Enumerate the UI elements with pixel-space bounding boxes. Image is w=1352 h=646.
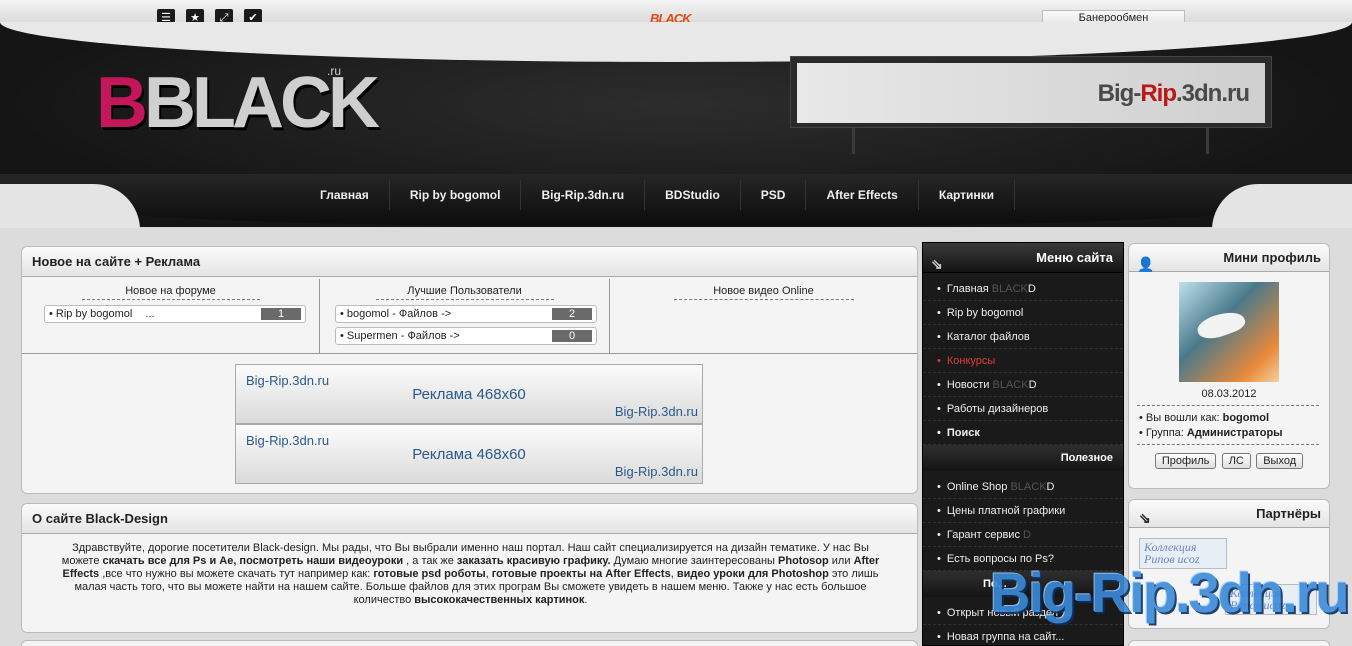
user-item-count: 2 <box>552 308 592 320</box>
user-item-label: bogomol - Файлов -> <box>346 308 452 320</box>
avatar[interactable] <box>1179 282 1279 382</box>
menu-title: ⇘ Меню сайта <box>923 243 1123 273</box>
nav-right-curve <box>1212 184 1352 230</box>
logged-user[interactable]: bogomol <box>1223 412 1269 424</box>
menu-item-shop[interactable]: Online Shop BLACKD <box>923 475 1123 499</box>
user-item[interactable]: • Supermen - Файлов -> 0 <box>335 327 597 345</box>
menu-item-home[interactable]: Главная BLACKD <box>923 277 1123 301</box>
ad-banner[interactable]: Big-Rip.3dn.ru Реклама 468x60 Big-Rip.3d… <box>235 424 703 484</box>
pm-button[interactable]: ЛС <box>1221 453 1251 469</box>
profile-button[interactable]: Профиль <box>1154 453 1217 469</box>
about-text: Здравствуйте, дорогие посетители Black-d… <box>61 542 880 606</box>
site-logo[interactable]: BBLACK .ru <box>96 62 380 143</box>
nav-after-effects[interactable]: After Effects <box>806 180 919 210</box>
forum-item[interactable]: • Rip by bogomol ... 1 <box>44 305 306 323</box>
user-item[interactable]: • bogomol - Файлов -> 2 <box>335 305 597 323</box>
menu-item-prices[interactable]: Цены платной графики <box>923 499 1123 523</box>
next-panel <box>21 640 918 646</box>
users-title: Лучшие Пользователи <box>407 285 522 297</box>
user-item-label: Supermen - Файлов -> <box>346 330 460 342</box>
watermark: Big-Rip.3dn.ru <box>990 561 1350 624</box>
profile-date: 08.03.2012 <box>1201 388 1257 400</box>
nav-big-rip[interactable]: Big-Rip.3dn.ru <box>521 180 646 210</box>
forum-item-count: 1 <box>261 308 301 320</box>
forum-item-label: Rip by bogomol <box>55 308 133 320</box>
nav-rip-by-bogomol[interactable]: Rip by bogomol <box>390 180 522 210</box>
partners-title: ⇘ Партнёры <box>1129 500 1329 528</box>
logo-ru: .ru <box>327 64 342 78</box>
ad-banner[interactable]: Big-Rip.3dn.ru Реклама 468x60 Big-Rip.3d… <box>235 364 703 424</box>
cursor-icon: ⇘ <box>931 256 943 272</box>
user-icon: 👤 <box>1137 256 1155 272</box>
billboard-text: Big-Rip.3dn.ru <box>1097 80 1250 107</box>
divider <box>375 299 554 300</box>
nav-psd[interactable]: PSD <box>741 180 807 210</box>
forum-item-more: ... <box>145 308 155 320</box>
profile-buttons: Профиль ЛС Выход <box>1129 453 1329 469</box>
user-item-count: 0 <box>552 330 592 342</box>
mini-profile-panel: 👤 Мини профиль 08.03.2012 • Вы вошли как… <box>1128 243 1330 489</box>
menu-item-catalog[interactable]: Каталог файлов <box>923 325 1123 349</box>
nav-pictures[interactable]: Картинки <box>919 180 1016 210</box>
ad-bottom-text: Big-Rip.3dn.ru <box>614 404 698 419</box>
avatar-shoe <box>1194 306 1248 344</box>
users-column: Лучшие Пользователи • bogomol - Файлов -… <box>320 279 610 353</box>
nav-left-curve <box>0 184 140 230</box>
divider <box>81 299 260 300</box>
divider <box>1137 405 1319 406</box>
menu-item-search[interactable]: Поиск <box>923 421 1123 445</box>
nav-bdstudio[interactable]: BDStudio <box>645 180 741 210</box>
mini-profile-title: 👤 Мини профиль <box>1129 244 1329 272</box>
menu-item-news[interactable]: Новости BLACKD <box>923 373 1123 397</box>
exit-button[interactable]: Выход <box>1256 453 1304 469</box>
menu-item-guarantor[interactable]: Гарант сервис D <box>923 523 1123 547</box>
main-nav: Главная Rip by bogomol Big-Rip.3dn.ru BD… <box>300 180 1016 210</box>
divider <box>22 353 917 354</box>
ad-bottom-text: Big-Rip.3dn.ru <box>614 464 698 479</box>
billboard-leg <box>852 128 855 154</box>
news-panel-title: Новое на сайте + Реклама <box>22 247 917 277</box>
menu-item-contests[interactable]: Конкурсы <box>923 349 1123 373</box>
about-title: О сайте Black-Design <box>22 504 917 534</box>
menu-item-designer-works[interactable]: Работы дизайнеров <box>923 397 1123 421</box>
forum-column: Новое на форуме • Rip by bogomol ... 1 <box>22 279 320 353</box>
cursor-icon: ⇘ <box>1139 510 1151 526</box>
about-panel: О сайте Black-Design Здравствуйте, дорог… <box>21 503 918 633</box>
useful-title: Полезное <box>923 445 1123 471</box>
news-panel: Новое на сайте + Реклама Новое на форуме… <box>21 246 918 494</box>
ad-mid-text: Реклама 468x60 <box>412 386 526 403</box>
next-right-panel <box>1128 640 1330 646</box>
video-column: Новое видео Online <box>610 279 917 353</box>
menu-item-rip[interactable]: Rip by bogomol <box>923 301 1123 325</box>
header-billboard[interactable]: Big-Rip.3dn.ru <box>790 56 1272 128</box>
menu-forum-item[interactable]: Новая группа на сайт... <box>923 625 1123 646</box>
logged-as: • Вы вошли как: bogomol <box>1139 412 1270 424</box>
nav-home[interactable]: Главная <box>300 180 390 210</box>
billboard-screen: Big-Rip.3dn.ru <box>797 63 1265 123</box>
billboard-leg <box>1206 128 1209 154</box>
forum-title: Новое на форуме <box>125 285 216 297</box>
user-group: • Группа: Администраторы <box>1139 427 1283 439</box>
ad-mid-text: Реклама 468x60 <box>412 446 526 463</box>
video-title: Новое видео Online <box>713 285 814 297</box>
divider <box>673 299 854 300</box>
divider <box>1137 444 1319 445</box>
